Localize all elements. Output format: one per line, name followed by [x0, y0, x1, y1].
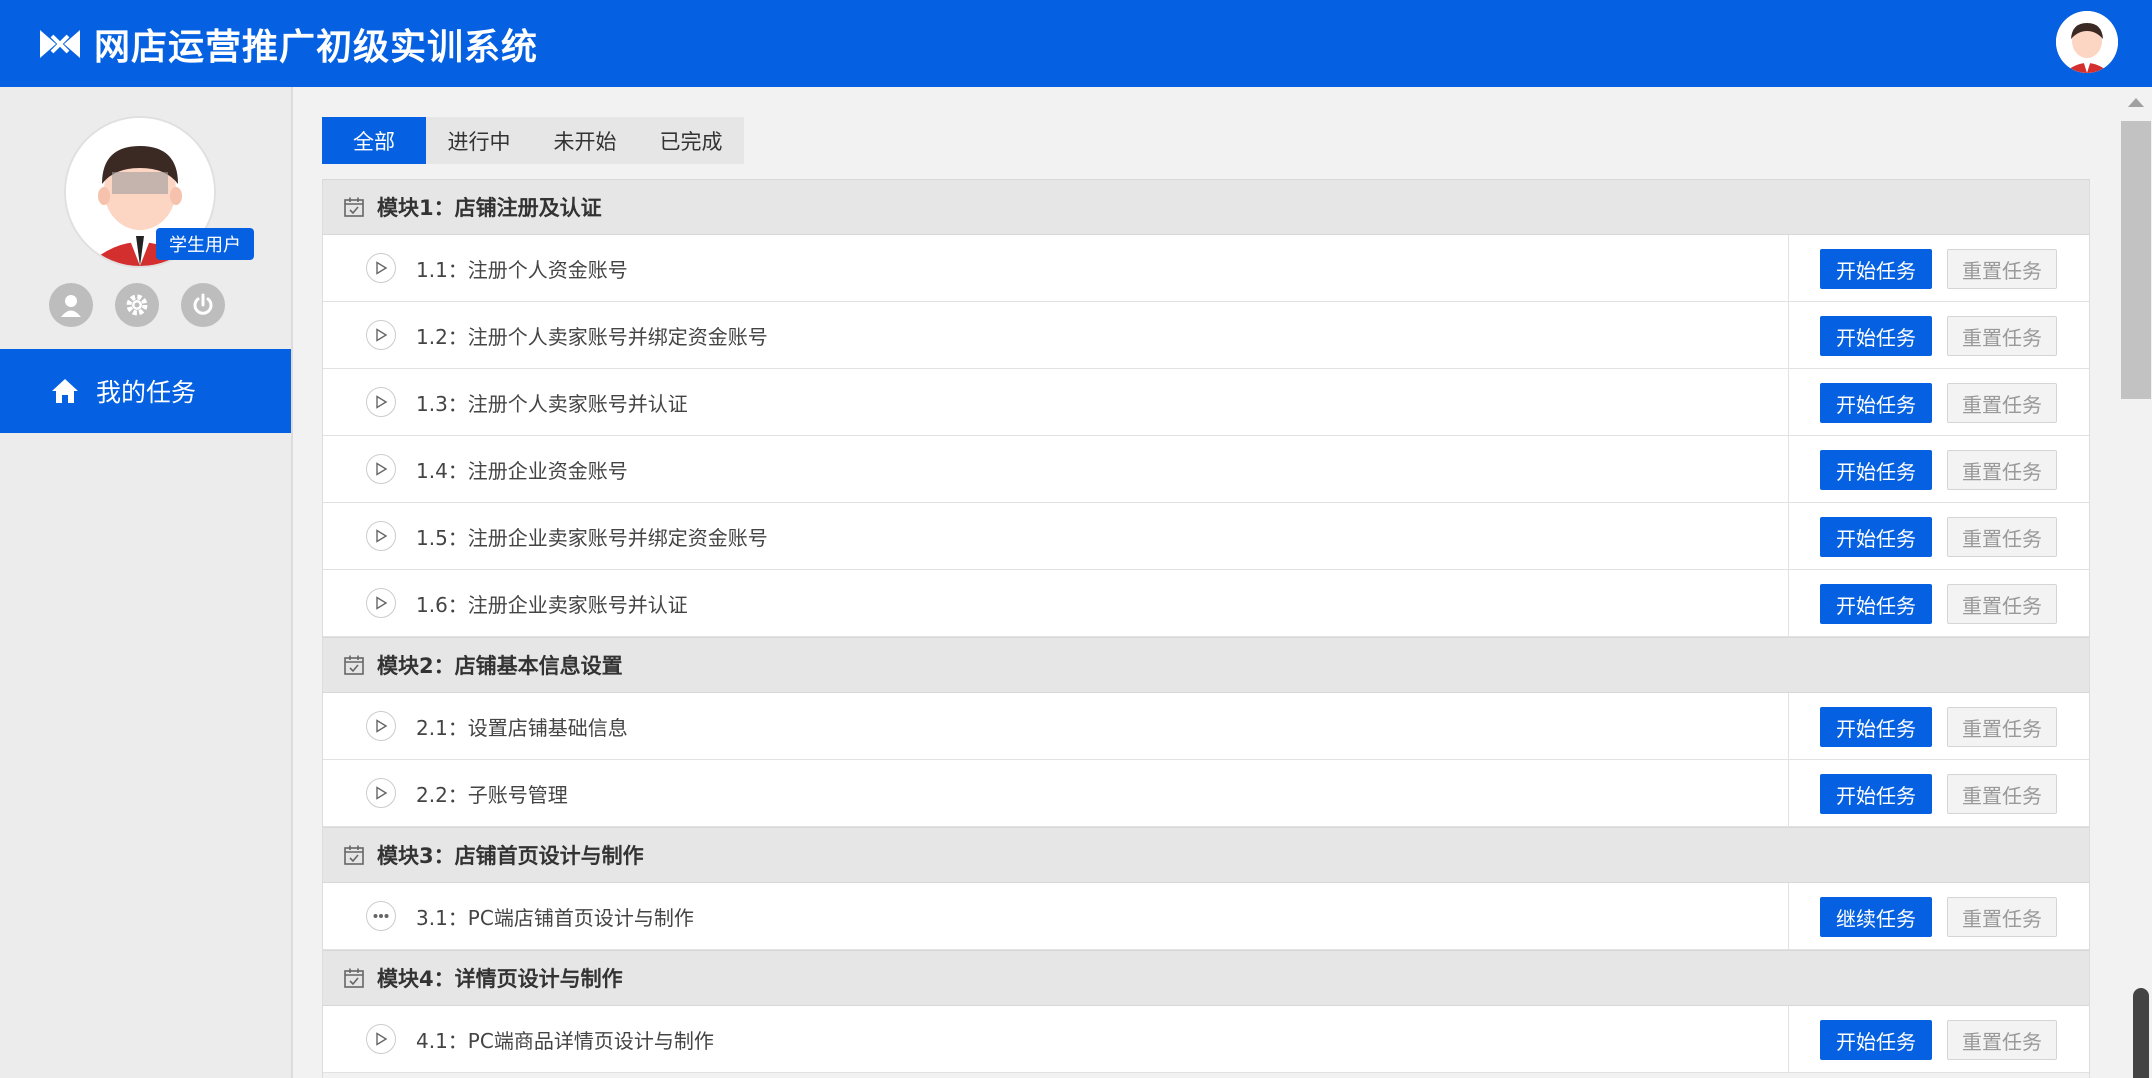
play-icon [366, 253, 396, 283]
task-row: 4.1：PC端商品详情页设计与制作 开始任务 重置任务 [323, 1006, 2089, 1073]
task-name: 2.2：子账号管理 [416, 782, 568, 807]
power-icon [193, 293, 213, 315]
column-divider [1788, 883, 1789, 949]
reset-task-button[interactable]: 重置任务 [1947, 249, 2057, 289]
task-name: 1.3：注册个人卖家账号并认证 [416, 391, 688, 416]
task-name: 1.4：注册企业资金账号 [416, 458, 628, 483]
play-icon [366, 711, 396, 741]
task-row: 1.6：注册企业卖家账号并认证 开始任务 重置任务 [323, 570, 2089, 637]
module-header: 模块1：店铺注册及认证 [323, 179, 2089, 235]
task-name: 4.1：PC端商品详情页设计与制作 [416, 1028, 714, 1053]
tab-completed[interactable]: 已完成 [638, 117, 744, 164]
app-title: 网店运营推广初级实训系统 [94, 26, 539, 68]
task-row: 2.1：设置店铺基础信息 开始任务 重置任务 [323, 693, 2089, 760]
gear-icon [126, 294, 148, 316]
reset-task-button[interactable]: 重置任务 [1947, 517, 2057, 557]
tab-not-started[interactable]: 未开始 [532, 117, 638, 164]
logout-button[interactable] [181, 283, 225, 327]
top-header: 网店运营推广初级实训系统 [0, 0, 2152, 87]
task-row: 2.2：子账号管理 开始任务 重置任务 [323, 760, 2089, 827]
start-task-button[interactable]: 开始任务 [1820, 316, 1932, 356]
home-icon [52, 379, 78, 403]
user-profile-button[interactable] [49, 283, 93, 327]
reset-task-button[interactable]: 重置任务 [1947, 1020, 2057, 1060]
task-name: 1.5：注册企业卖家账号并绑定资金账号 [416, 525, 768, 550]
module-title: 模块3：店铺首页设计与制作 [377, 844, 644, 868]
logo-icon [40, 29, 80, 58]
task-row: 1.1：注册个人资金账号 开始任务 重置任务 [323, 235, 2089, 302]
calendar-check-icon [343, 196, 365, 218]
task-row: 1.3：注册个人卖家账号并认证 开始任务 重置任务 [323, 369, 2089, 436]
reset-task-button[interactable]: 重置任务 [1947, 383, 2057, 423]
play-icon [366, 588, 396, 618]
module-title: 模块2：店铺基本信息设置 [377, 654, 623, 678]
reset-task-button[interactable]: 重置任务 [1947, 450, 2057, 490]
module-title: 模块1：店铺注册及认证 [377, 196, 602, 220]
tab-all[interactable]: 全部 [322, 117, 426, 164]
play-icon [366, 320, 396, 350]
task-name: 2.1：设置店铺基础信息 [416, 715, 628, 740]
role-badge: 学生用户 [156, 228, 254, 260]
column-divider [1788, 503, 1789, 569]
user-avatar-icon [2056, 11, 2118, 73]
start-task-button[interactable]: 开始任务 [1820, 584, 1932, 624]
task-row: 3.1：PC端店铺首页设计与制作 继续任务 重置任务 [323, 883, 2089, 950]
scrollbar-thumb[interactable] [2121, 121, 2151, 399]
task-name: 1.2：注册个人卖家账号并绑定资金账号 [416, 324, 768, 349]
task-name: 1.1：注册个人资金账号 [416, 257, 628, 282]
floating-widget[interactable] [2133, 988, 2149, 1078]
task-list: 模块1：店铺注册及认证 1.1：注册个人资金账号 开始任务 重置任务 1.2：注册个人卖… [322, 179, 2090, 1078]
reset-task-button[interactable]: 重置任务 [1947, 584, 2057, 624]
calendar-check-icon [343, 967, 365, 989]
task-name: 1.6：注册企业卖家账号并认证 [416, 592, 688, 617]
column-divider [1788, 1006, 1789, 1072]
column-divider [1788, 369, 1789, 435]
start-task-button[interactable]: 开始任务 [1820, 383, 1932, 423]
start-task-button[interactable]: 开始任务 [1820, 249, 1932, 289]
play-icon [366, 778, 396, 808]
reset-task-button[interactable]: 重置任务 [1947, 707, 2057, 747]
column-divider [1788, 760, 1789, 826]
column-divider [1788, 235, 1789, 301]
sidebar: 学生用户 我的任务 [0, 87, 293, 1078]
settings-button[interactable] [115, 283, 159, 327]
play-icon [366, 521, 396, 551]
module-header: 模块2：店铺基本信息设置 [323, 637, 2089, 693]
play-icon [366, 454, 396, 484]
task-filter-tabs: 全部 进行中 未开始 已完成 [322, 117, 744, 164]
task-row: 1.2：注册个人卖家账号并绑定资金账号 开始任务 重置任务 [323, 302, 2089, 369]
sidebar-item-label: 我的任务 [96, 378, 197, 407]
reset-task-button[interactable]: 重置任务 [1947, 897, 2057, 937]
column-divider [1788, 436, 1789, 502]
column-divider [1788, 570, 1789, 636]
start-task-button[interactable]: 开始任务 [1820, 1020, 1932, 1060]
play-icon [366, 1024, 396, 1054]
task-row: 1.5：注册企业卖家账号并绑定资金账号 开始任务 重置任务 [323, 503, 2089, 570]
play-icon [366, 387, 396, 417]
module-header: 模块3：店铺首页设计与制作 [323, 827, 2089, 883]
reset-task-button[interactable]: 重置任务 [1947, 774, 2057, 814]
calendar-check-icon [343, 844, 365, 866]
column-divider [1788, 302, 1789, 368]
reset-task-button[interactable]: 重置任务 [1947, 316, 2057, 356]
module-header: 模块4：详情页设计与制作 [323, 950, 2089, 1006]
task-row: 1.4：注册企业资金账号 开始任务 重置任务 [323, 436, 2089, 503]
user-icon [61, 295, 81, 317]
calendar-check-icon [343, 654, 365, 676]
module-title: 模块4：详情页设计与制作 [377, 967, 623, 991]
column-divider [1788, 693, 1789, 759]
start-task-button[interactable]: 开始任务 [1820, 450, 1932, 490]
ellipsis-icon [366, 901, 396, 931]
start-task-button[interactable]: 开始任务 [1820, 707, 1932, 747]
task-name: 3.1：PC端店铺首页设计与制作 [416, 905, 694, 930]
sidebar-item-my-tasks[interactable]: 我的任务 [0, 349, 291, 433]
start-task-button[interactable]: 开始任务 [1820, 774, 1932, 814]
continue-task-button[interactable]: 继续任务 [1820, 897, 1932, 937]
scroll-up-arrow-icon[interactable] [2128, 98, 2144, 107]
start-task-button[interactable]: 开始任务 [1820, 517, 1932, 557]
tab-in-progress[interactable]: 进行中 [426, 117, 532, 164]
header-avatar[interactable] [2056, 11, 2118, 73]
